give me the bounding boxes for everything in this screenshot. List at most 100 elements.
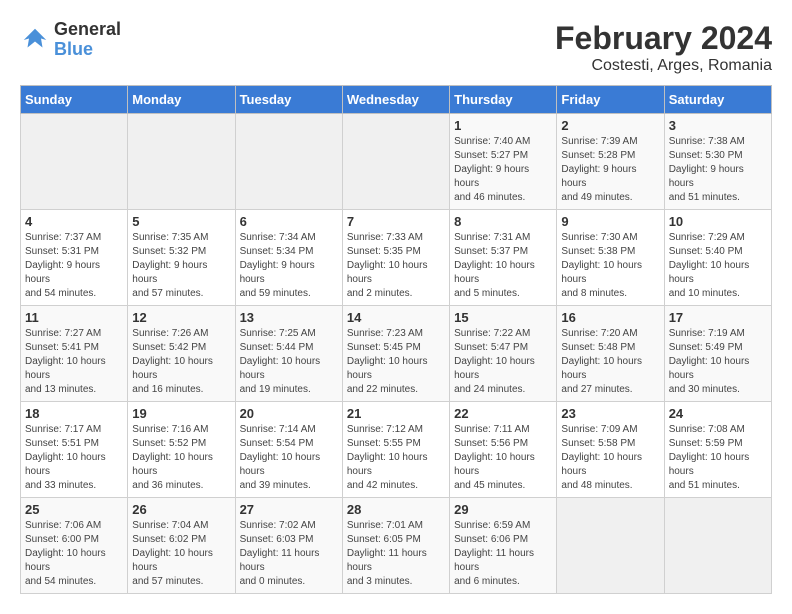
day-info: Sunrise: 6:59 AMSunset: 6:06 PMDaylight:… [454,519,552,589]
calendar-cell: 5Sunrise: 7:35 AMSunset: 5:32 PMDaylight… [128,210,235,306]
day-number: 29 [454,502,552,517]
header-tuesday: Tuesday [235,86,342,114]
day-number: 26 [132,502,230,517]
day-info: Sunrise: 7:06 AMSunset: 6:00 PMDaylight:… [25,519,123,589]
calendar-table: SundayMondayTuesdayWednesdayThursdayFrid… [20,85,772,594]
calendar-cell [557,498,664,594]
calendar-cell: 16 Sunrise: 7:20 AMSunset: 5:48 PMDayligh… [557,306,664,402]
day-number: 28 [347,502,445,517]
calendar-cell: 2Sunrise: 7:39 AMSunset: 5:28 PMDaylight… [557,114,664,210]
day-info: Sunrise: 7:14 AMSunset: 5:54 PMDaylight:… [240,423,338,493]
week-row-4: 25 Sunrise: 7:06 AMSunset: 6:00 PMDayligh… [21,498,772,594]
calendar-cell: 29 Sunrise: 6:59 AMSunset: 6:06 PMDayligh… [450,498,557,594]
day-number: 23 [561,406,659,421]
day-info: Sunrise: 7:02 AMSunset: 6:03 PMDaylight:… [240,519,338,589]
calendar-cell: 19Sunrise: 7:16 AMSunset: 5:52 PMDayligh… [128,402,235,498]
calendar-cell: 9Sunrise: 7:30 AMSunset: 5:38 PMDaylight… [557,210,664,306]
calendar-cell [128,114,235,210]
calendar-cell [21,114,128,210]
day-number: 20 [240,406,338,421]
day-info: Sunrise: 7:11 AMSunset: 5:56 PMDaylight:… [454,423,552,493]
calendar-cell: 15 Sunrise: 7:22 AMSunset: 5:47 PMDayligh… [450,306,557,402]
week-row-3: 18 Sunrise: 7:17 AMSunset: 5:51 PMDayligh… [21,402,772,498]
day-info: Sunrise: 7:01 AMSunset: 6:05 PMDaylight:… [347,519,445,589]
week-row-2: 11 Sunrise: 7:27 AMSunset: 5:41 PMDayligh… [21,306,772,402]
calendar-cell: 21 Sunrise: 7:12 AMSunset: 5:55 PMDayligh… [342,402,449,498]
day-number: 4 [25,214,123,229]
calendar-cell: 7 Sunrise: 7:33 AMSunset: 5:35 PMDaylight… [342,210,449,306]
day-info: Sunrise: 7:39 AMSunset: 5:28 PMDaylight:… [561,135,659,205]
day-info: Sunrise: 7:40 AMSunset: 5:27 PMDaylight:… [454,135,552,205]
day-info: Sunrise: 7:25 AMSunset: 5:44 PMDaylight:… [240,327,338,397]
day-number: 7 [347,214,445,229]
day-number: 10 [669,214,767,229]
day-number: 13 [240,310,338,325]
page-title: February 2024 [555,20,772,57]
day-info: Sunrise: 7:33 AMSunset: 5:35 PMDaylight:… [347,231,445,301]
calendar-cell: 22Sunrise: 7:11 AMSunset: 5:56 PMDayligh… [450,402,557,498]
calendar-cell: 20 Sunrise: 7:14 AMSunset: 5:54 PMDayligh… [235,402,342,498]
day-info: Sunrise: 7:27 AMSunset: 5:41 PMDaylight:… [25,327,123,397]
header-wednesday: Wednesday [342,86,449,114]
day-number: 18 [25,406,123,421]
day-info: Sunrise: 7:26 AMSunset: 5:42 PMDaylight:… [132,327,230,397]
day-info: Sunrise: 7:35 AMSunset: 5:32 PMDaylight:… [132,231,230,301]
calendar-cell: 10 Sunrise: 7:29 AMSunset: 5:40 PMDayligh… [664,210,771,306]
day-info: Sunrise: 7:04 AMSunset: 6:02 PMDaylight:… [132,519,230,589]
day-number: 16 [561,310,659,325]
header-sunday: Sunday [21,86,128,114]
day-info: Sunrise: 7:23 AMSunset: 5:45 PMDaylight:… [347,327,445,397]
day-info: Sunrise: 7:31 AMSunset: 5:37 PMDaylight:… [454,231,552,301]
page-subtitle: Costesti, Arges, Romania [555,57,772,75]
day-number: 11 [25,310,123,325]
title-block: February 2024 Costesti, Arges, Romania [555,20,772,75]
day-info: Sunrise: 7:30 AMSunset: 5:38 PMDaylight:… [561,231,659,301]
logo-icon [20,25,50,55]
calendar-cell: 23Sunrise: 7:09 AMSunset: 5:58 PMDayligh… [557,402,664,498]
day-number: 25 [25,502,123,517]
calendar-cell: 25 Sunrise: 7:06 AMSunset: 6:00 PMDayligh… [21,498,128,594]
calendar-cell: 18 Sunrise: 7:17 AMSunset: 5:51 PMDayligh… [21,402,128,498]
header-monday: Monday [128,86,235,114]
page-header: General Blue February 2024 Costesti, Arg… [20,20,772,75]
calendar-cell: 27 Sunrise: 7:02 AMSunset: 6:03 PMDayligh… [235,498,342,594]
header-row: SundayMondayTuesdayWednesdayThursdayFrid… [21,86,772,114]
day-number: 24 [669,406,767,421]
calendar-cell: 26 Sunrise: 7:04 AMSunset: 6:02 PMDayligh… [128,498,235,594]
calendar-cell: 1Sunrise: 7:40 AMSunset: 5:27 PMDaylight… [450,114,557,210]
calendar-cell: 8 Sunrise: 7:31 AMSunset: 5:37 PMDaylight… [450,210,557,306]
day-info: Sunrise: 7:29 AMSunset: 5:40 PMDaylight:… [669,231,767,301]
day-number: 6 [240,214,338,229]
calendar-cell: 28 Sunrise: 7:01 AMSunset: 6:05 PMDayligh… [342,498,449,594]
day-number: 15 [454,310,552,325]
day-info: Sunrise: 7:12 AMSunset: 5:55 PMDaylight:… [347,423,445,493]
day-number: 3 [669,118,767,133]
day-info: Sunrise: 7:37 AMSunset: 5:31 PMDaylight:… [25,231,123,301]
calendar-cell: 13 Sunrise: 7:25 AMSunset: 5:44 PMDayligh… [235,306,342,402]
week-row-1: 4 Sunrise: 7:37 AMSunset: 5:31 PMDaylight… [21,210,772,306]
calendar-cell: 12 Sunrise: 7:26 AMSunset: 5:42 PMDayligh… [128,306,235,402]
calendar-cell: 3Sunrise: 7:38 AMSunset: 5:30 PMDaylight… [664,114,771,210]
calendar-cell: 17 Sunrise: 7:19 AMSunset: 5:49 PMDayligh… [664,306,771,402]
header-thursday: Thursday [450,86,557,114]
header-friday: Friday [557,86,664,114]
calendar-cell: 14 Sunrise: 7:23 AMSunset: 5:45 PMDayligh… [342,306,449,402]
day-number: 17 [669,310,767,325]
day-info: Sunrise: 7:22 AMSunset: 5:47 PMDaylight:… [454,327,552,397]
day-number: 12 [132,310,230,325]
day-info: Sunrise: 7:34 AMSunset: 5:34 PMDaylight:… [240,231,338,301]
day-info: Sunrise: 7:08 AMSunset: 5:59 PMDaylight:… [669,423,767,493]
calendar-cell: 6 Sunrise: 7:34 AMSunset: 5:34 PMDaylight… [235,210,342,306]
day-number: 14 [347,310,445,325]
calendar-cell: 4 Sunrise: 7:37 AMSunset: 5:31 PMDaylight… [21,210,128,306]
day-number: 8 [454,214,552,229]
day-number: 27 [240,502,338,517]
calendar-cell [664,498,771,594]
calendar-cell: 24 Sunrise: 7:08 AMSunset: 5:59 PMDayligh… [664,402,771,498]
day-info: Sunrise: 7:20 AMSunset: 5:48 PMDaylight:… [561,327,659,397]
day-info: Sunrise: 7:17 AMSunset: 5:51 PMDaylight:… [25,423,123,493]
week-row-0: 1Sunrise: 7:40 AMSunset: 5:27 PMDaylight… [21,114,772,210]
calendar-cell [342,114,449,210]
day-number: 21 [347,406,445,421]
day-info: Sunrise: 7:19 AMSunset: 5:49 PMDaylight:… [669,327,767,397]
